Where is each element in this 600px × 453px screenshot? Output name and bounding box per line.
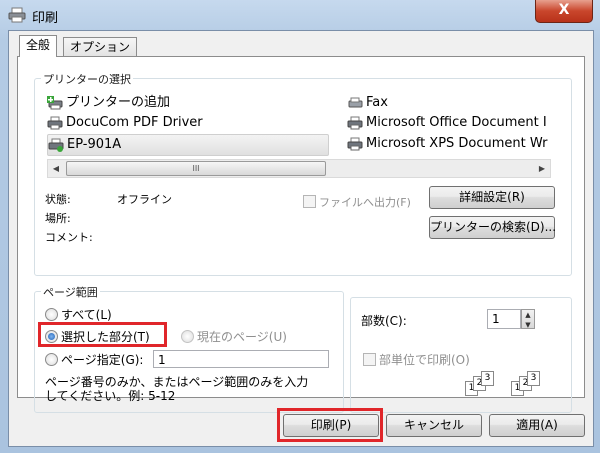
printer-item-ep901a[interactable]: EP-901A <box>47 134 329 156</box>
copies-group: 部数(C): 1 ▲ ▼ 部単位で印刷(O) 1 2 3 1 2 3 <box>350 297 572 413</box>
cancel-button[interactable]: キャンセル <box>386 414 482 437</box>
close-button[interactable]: X <box>535 0 593 23</box>
printer-name: プリンターの追加 <box>66 95 171 110</box>
window-title: 印刷 <box>32 11 59 26</box>
copies-input[interactable]: 1 <box>487 309 521 329</box>
current-page-label: 現在のページ(U) <box>197 330 287 344</box>
page-numbers-label: ページ指定(G): <box>61 353 144 367</box>
tab-general[interactable]: 全般 <box>19 35 58 57</box>
highlight-print-button <box>277 408 383 442</box>
printer-item-docucom[interactable]: DocuCom PDF Driver <box>47 113 203 133</box>
page-range-legend: ページ範囲 <box>41 284 100 300</box>
dialog-body: 全般 オプション プリンターの選択 プリンターの追加 Fax DocuCom P… <box>8 30 594 447</box>
add-printer-icon <box>47 95 63 109</box>
tab-options[interactable]: オプション <box>63 37 138 56</box>
printer-item-fax[interactable]: Fax <box>347 93 388 113</box>
horizontal-scrollbar[interactable]: ◀ III ▶ <box>47 159 551 178</box>
page-range-group: ページ範囲 すべて(L) 選択した部分(T) 現在のページ(U) ページ指定(G… <box>34 284 344 413</box>
printer-list[interactable]: プリンターの追加 Fax DocuCom PDF Driver Microsof… <box>47 93 552 156</box>
highlight-selection <box>38 322 167 347</box>
current-page-radio[interactable] <box>181 330 194 343</box>
printer-select-legend: プリンターの選択 <box>41 71 133 87</box>
all-pages-label: すべて(L) <box>61 308 112 322</box>
printer-icon <box>8 7 26 23</box>
printer-item-office-document[interactable]: Microsoft Office Document I <box>347 113 547 133</box>
printer-icon <box>347 137 363 150</box>
printer-name: EP-901A <box>67 137 122 152</box>
copies-label: 部数(C): <box>361 314 407 328</box>
scroll-left-arrow-icon[interactable]: ◀ <box>48 160 64 177</box>
preferences-button[interactable]: 詳細設定(R) <box>429 186 555 209</box>
status-value: オフライン <box>117 193 172 206</box>
print-dialog: 印刷 X 全般 オプション プリンターの選択 プリンターの追加 Fax Docu… <box>0 0 600 453</box>
copies-spinner[interactable]: ▲ ▼ <box>521 309 535 329</box>
scroll-right-arrow-icon[interactable]: ▶ <box>534 160 550 177</box>
printer-item-add[interactable]: プリンターの追加 <box>47 93 170 113</box>
comment-label: コメント: <box>45 231 93 244</box>
tab-panel: プリンターの選択 プリンターの追加 Fax DocuCom PDF Driver… <box>17 56 585 413</box>
printer-icon <box>47 116 63 129</box>
printer-name: DocuCom PDF Driver <box>66 115 203 130</box>
spin-up-icon[interactable]: ▲ <box>522 310 534 320</box>
printer-name: Microsoft Office Document I <box>366 115 547 130</box>
apply-button[interactable]: 適用(A) <box>489 414 585 437</box>
title-bar: 印刷 X <box>0 0 600 30</box>
fax-icon <box>348 97 363 107</box>
page-numbers-radio[interactable] <box>45 353 58 366</box>
page-range-hint-2: してください。例: 5-12 <box>45 389 176 403</box>
find-printer-button[interactable]: プリンターの検索(D)... <box>429 216 556 239</box>
printer-name: Fax <box>366 95 388 110</box>
collate-checkbox[interactable] <box>363 353 376 366</box>
printer-default-icon <box>48 138 64 152</box>
printer-icon <box>347 116 363 129</box>
location-label: 場所: <box>45 212 71 225</box>
scroll-thumb[interactable]: III <box>66 161 326 176</box>
printer-select-group: プリンターの選択 プリンターの追加 Fax DocuCom PDF Driver… <box>34 71 572 276</box>
status-label: 状態: <box>45 193 71 206</box>
spin-down-icon[interactable]: ▼ <box>522 320 534 330</box>
printer-name: Microsoft XPS Document Wr <box>366 136 548 151</box>
all-pages-radio[interactable] <box>45 308 58 321</box>
printer-item-xps[interactable]: Microsoft XPS Document Wr <box>347 134 548 154</box>
page-numbers-input[interactable]: 1 <box>153 350 329 368</box>
collate-label: 部単位で印刷(O) <box>379 353 470 367</box>
print-to-file-checkbox[interactable] <box>303 195 316 208</box>
print-to-file-label: ファイルへ出力(F) <box>319 196 411 209</box>
